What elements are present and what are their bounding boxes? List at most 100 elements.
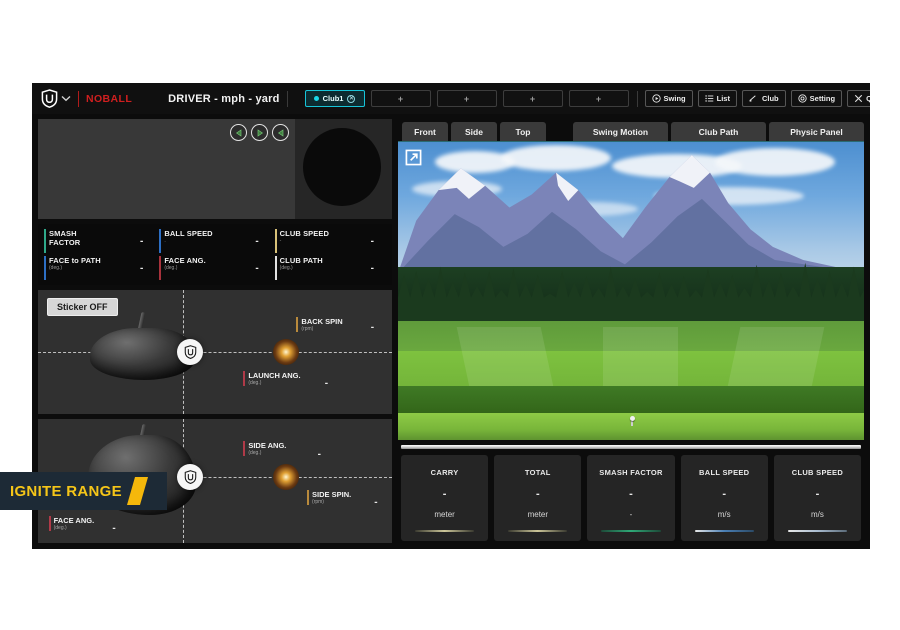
stat-underline (787, 530, 848, 532)
value-back-spin: - (370, 322, 375, 334)
stat-card-total[interactable]: TOTAL - meter (494, 455, 582, 541)
metric-club-path: CLUB PATH (deg.) - (273, 256, 388, 280)
setting-button-label: Setting (809, 94, 836, 103)
ball-impact-marker (272, 339, 299, 365)
tab-club-path[interactable]: Club Path (671, 122, 766, 141)
stat-value: - (442, 488, 447, 500)
metric-label: BALL SPEED (164, 229, 213, 238)
close-x-icon (854, 94, 863, 103)
metric-value: - (370, 235, 374, 247)
value-launch-angle: - (324, 378, 329, 390)
page-title: DRIVER - mph - yard (168, 92, 280, 105)
tab-side[interactable]: Side (451, 122, 497, 141)
shield-u-logo[interactable] (40, 89, 58, 109)
video-stage[interactable] (38, 119, 295, 219)
metric-value: - (139, 262, 144, 274)
club-icon (749, 94, 759, 103)
accent-bar (274, 229, 277, 253)
step-back-button[interactable] (230, 124, 247, 141)
value-face-angle: - (112, 523, 116, 535)
stat-unit: meter (434, 510, 455, 519)
accent-bar (159, 256, 162, 280)
label-unit: (rpm) (301, 326, 314, 333)
metric-label: FACE ANG. (164, 256, 206, 265)
simulator-scene[interactable] (398, 141, 864, 440)
action-button-group: Swing List Club Setting Q (644, 90, 870, 107)
chevron-down-icon[interactable] (61, 91, 71, 107)
stat-title: SMASH FACTOR (599, 468, 663, 477)
accent-bar (44, 256, 46, 280)
stat-card-club-speed[interactable]: CLUB SPEED - m/s (773, 455, 862, 541)
accent-bar (159, 229, 162, 253)
top-bar: NOBALL DRIVER - mph - yard Club1 ✕ + + +… (32, 83, 870, 114)
add-club-slot-4[interactable]: + (568, 90, 629, 107)
scene-divider (401, 445, 861, 449)
swing-button-label: Swing (663, 94, 686, 103)
add-club-slot-1[interactable]: + (370, 90, 431, 107)
stat-unit: meter (527, 510, 549, 519)
impact-logo-marker (177, 339, 204, 365)
stat-card-carry[interactable]: CARRY - meter (401, 455, 489, 541)
play-button[interactable] (251, 124, 268, 141)
metric-value: - (255, 262, 259, 274)
add-club-slot-3[interactable]: + (502, 90, 563, 107)
label-launch-angle: LAUNCH ANG. (deg.) (243, 370, 301, 386)
triangle-right-icon (257, 128, 263, 137)
swing-button[interactable]: Swing (644, 90, 693, 107)
tab-front[interactable]: Front (402, 122, 448, 141)
quit-button-label: Quit (866, 94, 870, 103)
list-icon (704, 94, 714, 103)
divider (286, 90, 288, 107)
metric-label: CLUB PATH (279, 256, 323, 265)
club-tab-club1[interactable]: Club1 ✕ (304, 90, 365, 107)
stat-card-smash-factor[interactable]: SMASH FACTOR - - (587, 455, 675, 541)
label-side-angle: SIDE ANG. (deg.) (243, 441, 286, 457)
metric-unit: (deg.) (164, 265, 178, 271)
banner-slash-mark (126, 477, 148, 505)
mountain-range (398, 155, 864, 274)
stat-card-ball-speed[interactable]: BALL SPEED - m/s (680, 455, 768, 541)
metric-club-speed: CLUB SPEED - - (273, 229, 388, 253)
setting-button[interactable]: Setting (790, 90, 843, 107)
club-button-label: Club (761, 94, 779, 103)
club-tab-label: Club1 (322, 94, 344, 103)
label-face-angle: FACE ANG. (deg.) (48, 515, 94, 531)
rewind-button[interactable] (272, 124, 289, 141)
metric-unit: - (279, 238, 282, 244)
metric-value: - (255, 235, 259, 247)
rough-band (398, 386, 864, 414)
ball-view-panel[interactable] (295, 119, 392, 219)
golf-ball (629, 415, 635, 421)
expand-arrow-icon[interactable] (405, 149, 422, 171)
stat-underline (601, 530, 661, 532)
tab-top[interactable]: Top (500, 122, 546, 141)
club-button[interactable]: Club (741, 90, 786, 107)
list-button[interactable]: List (697, 90, 737, 107)
label-unit: (deg.) (248, 379, 262, 386)
club-view-side[interactable]: Sticker OFF BACK SPIN (rpm) - LAUNCH ANG… (38, 290, 392, 414)
stat-underline (508, 530, 568, 532)
label-side-spin: SIDE SPIN. (rpm) (307, 489, 351, 505)
add-club-slot-2[interactable]: + (436, 90, 497, 107)
close-circle-icon[interactable]: ✕ (347, 94, 356, 103)
stat-unit: m/s (810, 510, 824, 519)
metric-ball-speed: BALL SPEED . - (157, 229, 272, 253)
divider (636, 90, 638, 107)
accent-bar (243, 370, 246, 386)
metric-face-angle: FACE ANG. (deg.) - (157, 256, 272, 280)
label-unit: (deg.) (53, 524, 67, 531)
mow-stripe (727, 326, 824, 387)
impact-logo-marker (177, 464, 204, 491)
metric-face-to-path: FACE to PATH (deg.) - (42, 256, 157, 280)
tab-physic-panel[interactable]: Physic Panel (769, 122, 864, 141)
sticker-toggle-button[interactable]: Sticker OFF (47, 298, 118, 316)
tee-peg (631, 420, 633, 426)
right-tab-bar: Front Side Top Swing Motion Club Path Ph… (398, 119, 864, 141)
quit-button[interactable]: Quit (847, 90, 870, 107)
value-side-spin: - (374, 497, 378, 509)
tab-swing-motion[interactable]: Swing Motion (573, 122, 668, 141)
stat-title: CARRY (430, 468, 459, 477)
stat-value: - (815, 488, 820, 500)
label-unit: (rpm) (312, 498, 324, 505)
ignite-range-banner: IGNITE RANGE (0, 472, 167, 510)
